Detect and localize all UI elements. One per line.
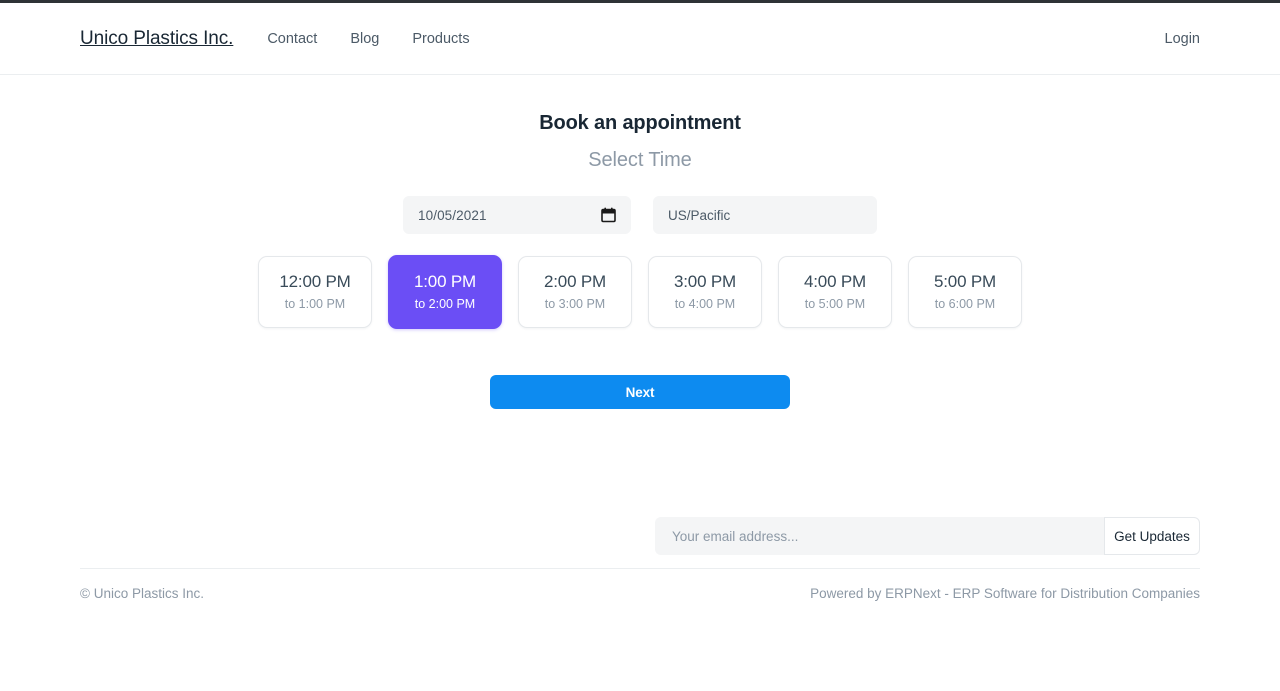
nav-link-products[interactable]: Products bbox=[412, 31, 469, 47]
nav-links: Contact Blog Products bbox=[267, 31, 469, 47]
date-input-value: 10/05/2021 bbox=[418, 208, 601, 223]
slot-end-time: to 5:00 PM bbox=[805, 298, 865, 312]
page-subtitle: Select Time bbox=[0, 135, 1280, 172]
slot-end-time: to 2:00 PM bbox=[415, 298, 475, 312]
slot-start-time: 5:00 PM bbox=[934, 272, 996, 292]
page-title: Book an appointment bbox=[0, 76, 1280, 135]
next-button-wrap: Next bbox=[0, 375, 1280, 409]
next-button[interactable]: Next bbox=[490, 375, 790, 409]
nav-link-blog[interactable]: Blog bbox=[350, 31, 379, 47]
slot-start-time: 3:00 PM bbox=[674, 272, 736, 292]
get-updates-button[interactable]: Get Updates bbox=[1104, 517, 1200, 555]
page-content: Book an appointment Select Time 10/05/20… bbox=[0, 76, 1280, 409]
footer-copyright: © Unico Plastics Inc. bbox=[80, 586, 204, 601]
navbar-content: Unico Plastics Inc. Contact Blog Product… bbox=[80, 3, 1200, 74]
time-slot-3-00-pm[interactable]: 3:00 PM to 4:00 PM bbox=[648, 256, 762, 328]
footer: © Unico Plastics Inc. Powered by ERPNext… bbox=[80, 586, 1200, 601]
slot-start-time: 4:00 PM bbox=[804, 272, 866, 292]
nav-link-contact[interactable]: Contact bbox=[267, 31, 317, 47]
date-input[interactable]: 10/05/2021 bbox=[403, 196, 631, 234]
time-slot-list: 12:00 PM to 1:00 PM 1:00 PM to 2:00 PM 2… bbox=[0, 255, 1280, 329]
slot-end-time: to 3:00 PM bbox=[545, 298, 605, 312]
email-input[interactable] bbox=[655, 517, 1104, 555]
slot-end-time: to 6:00 PM bbox=[935, 298, 995, 312]
slot-start-time: 2:00 PM bbox=[544, 272, 606, 292]
slot-start-time: 1:00 PM bbox=[414, 272, 476, 292]
timezone-select[interactable]: US/Pacific bbox=[653, 196, 877, 234]
slot-end-time: to 1:00 PM bbox=[285, 298, 345, 312]
footer-divider bbox=[80, 568, 1200, 569]
time-slot-5-00-pm[interactable]: 5:00 PM to 6:00 PM bbox=[908, 256, 1022, 328]
selector-row: 10/05/2021 US/Pacific bbox=[0, 196, 1280, 234]
timezone-value: US/Pacific bbox=[668, 208, 730, 223]
slot-start-time: 12:00 PM bbox=[279, 272, 350, 292]
navbar: Unico Plastics Inc. Contact Blog Product… bbox=[0, 3, 1280, 75]
brand-logo[interactable]: Unico Plastics Inc. bbox=[80, 28, 233, 50]
time-slot-2-00-pm[interactable]: 2:00 PM to 3:00 PM bbox=[518, 256, 632, 328]
slot-end-time: to 4:00 PM bbox=[675, 298, 735, 312]
time-slot-4-00-pm[interactable]: 4:00 PM to 5:00 PM bbox=[778, 256, 892, 328]
newsletter-form: Get Updates bbox=[655, 517, 1200, 555]
calendar-icon[interactable] bbox=[601, 207, 616, 223]
login-link[interactable]: Login bbox=[1165, 31, 1200, 47]
footer-powered-by: Powered by ERPNext - ERP Software for Di… bbox=[810, 586, 1200, 601]
time-slot-12-00-pm[interactable]: 12:00 PM to 1:00 PM bbox=[258, 256, 372, 328]
time-slot-1-00-pm[interactable]: 1:00 PM to 2:00 PM bbox=[388, 255, 502, 329]
nav-right: Login bbox=[1165, 30, 1200, 48]
